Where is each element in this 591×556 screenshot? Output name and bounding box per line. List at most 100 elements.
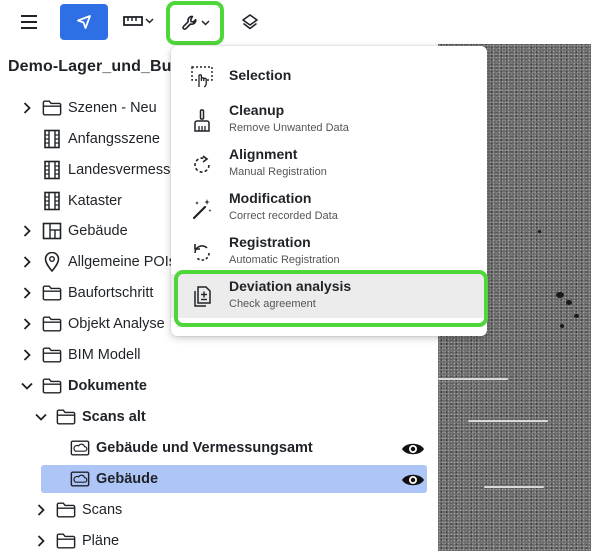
tree-item-label: Baufortschritt [68,285,154,301]
tree-item-label: Landesvermess [68,162,171,178]
folder-icon [42,314,62,334]
floorplan-icon [42,221,62,241]
menu-item-cleanup[interactable]: Cleanup Remove Unwanted Data [171,98,487,142]
tree-item[interactable]: Allgemeine POIs [20,247,176,277]
tree-item[interactable]: Pläne [34,526,119,556]
tree-item-label: Dokumente [68,378,147,394]
film-icon [42,129,62,149]
menu-item-subtitle: Automatic Registration [229,254,340,266]
ruler-icon [122,16,143,26]
document-compare-icon [189,284,215,310]
tree-item-label: Objekt Analyse [68,316,165,332]
cloud-scan-icon [70,438,90,458]
tree-item[interactable]: Gebäude [20,216,128,246]
chevron-right-icon[interactable] [20,247,34,277]
visibility-eye-icon[interactable] [400,471,426,489]
project-title: Demo-Lager_und_Bue [8,58,181,75]
chevron-right-icon[interactable] [20,278,34,308]
chevron-right-icon[interactable] [20,309,34,339]
menu-item-modification[interactable]: Modification Correct recorded Data [171,186,487,230]
film-icon [42,160,62,180]
chevron-right-icon[interactable] [34,526,48,556]
tree-item-label: BIM Modell [68,347,141,363]
chevron-down-icon [200,20,210,26]
chevron-right-icon[interactable] [34,495,48,525]
rotate-icon [189,152,215,178]
chevron-down-icon [144,18,154,24]
tree-item-label: Gebäude [68,223,128,239]
tree-item-label: Kataster [68,193,122,209]
menu-item-alignment[interactable]: Alignment Manual Registration [171,142,487,186]
wrench-icon [181,15,196,30]
tree-item[interactable]: Szenen - Neu [20,93,157,123]
menu-item-deviation-analysis[interactable]: Deviation analysis Check agreement [171,274,487,318]
folder-icon [42,283,62,303]
tree-item-label: Szenen - Neu [68,100,157,116]
scan-marking [468,420,548,422]
cursor-arrow-icon [77,15,91,29]
tools-dropdown-menu: Selection Cleanup Remove Unwanted Data A… [171,46,487,336]
tree-item[interactable]: Scans alt [34,402,146,432]
tree-item-label: Pläne [82,533,120,549]
menu-item-title: Cleanup [229,102,285,118]
tree-item[interactable]: Dokumente [20,371,147,401]
map-pin-icon [42,252,62,272]
folder-icon [56,407,76,427]
scan-artifact [574,314,579,318]
folder-icon [56,531,76,551]
folder-icon [42,345,62,365]
tree-item[interactable]: Kataster [20,186,122,216]
scan-marking [484,486,544,488]
scan-artifact [538,230,541,233]
layers-icon [242,14,258,30]
top-toolbar [0,0,591,45]
menu-item-title: Modification [229,190,312,206]
hand-select-icon [189,64,215,90]
chevron-down-icon[interactable] [34,402,48,432]
chevron-right-icon[interactable] [20,216,34,246]
menu-item-registration[interactable]: Registration Automatic Registration [171,230,487,274]
measure-tool-button[interactable] [118,8,158,34]
chevron-right-icon[interactable] [20,340,34,370]
hamburger-icon[interactable] [14,10,44,34]
layers-button[interactable] [236,8,264,36]
menu-item-title: Deviation analysis [229,278,352,294]
tree-item[interactable]: Baufortschritt [20,278,153,308]
tree-item-label: Gebäude und Vermessungsamt [96,440,313,456]
tree-item[interactable]: Gebäude [48,464,158,494]
tree-item[interactable]: Landesvermess [20,155,170,185]
tree-item[interactable]: Scans [34,495,122,525]
refresh-icon [189,240,215,266]
chevron-down-icon[interactable] [20,371,34,401]
tree-item[interactable]: Anfangsszene [20,124,160,154]
tree-item[interactable]: BIM Modell [20,340,141,370]
menu-item-title: Alignment [229,146,298,162]
tools-menu-button[interactable] [166,1,224,45]
menu-item-subtitle: Remove Unwanted Data [229,122,349,134]
menu-item-subtitle: Check agreement [229,298,316,310]
tree-item-label: Anfangsszene [68,131,160,147]
tree-item[interactable]: Gebäude und Vermessungsamt [48,433,313,463]
visibility-eye-icon[interactable] [400,440,426,458]
scan-artifact [566,300,572,305]
menu-item-subtitle: Correct recorded Data [229,210,338,222]
tree-item-label: Scans [82,502,123,518]
cloud-scan-icon [70,469,90,489]
menu-item-selection[interactable]: Selection [171,54,487,98]
menu-item-title: Selection [229,67,292,83]
menu-item-title: Registration [229,234,311,250]
folder-icon [42,98,62,118]
scan-artifact [560,324,564,328]
tree-item-label: Gebäude [96,471,159,487]
folder-icon [42,376,62,396]
tree-item[interactable]: Objekt Analyse [20,309,165,339]
scan-artifact [556,292,564,298]
menu-item-subtitle: Manual Registration [229,166,327,178]
chevron-right-icon[interactable] [20,93,34,123]
select-tool-button[interactable] [60,4,108,40]
